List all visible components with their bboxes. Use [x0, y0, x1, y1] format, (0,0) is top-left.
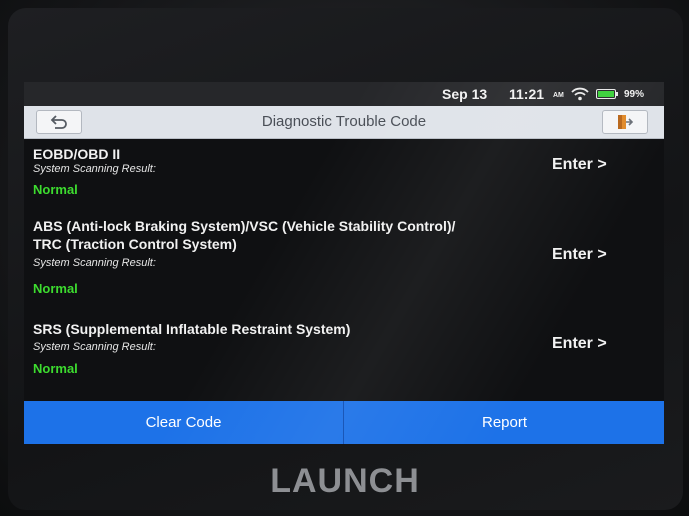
bottom-action-bar: Clear Code Report [24, 401, 664, 444]
scan-result-label: System Scanning Result: [33, 257, 156, 269]
battery-tip [616, 92, 618, 96]
battery-icon [596, 89, 616, 99]
status-ampm: AM [553, 92, 564, 99]
scan-result-label: System Scanning Result: [33, 341, 156, 353]
system-row: EOBD/OBD II System Scanning Result: Norm… [24, 139, 664, 201]
scan-status: Normal [33, 182, 78, 197]
scan-result-label: System Scanning Result: [33, 163, 156, 175]
system-row: SRS (Supplemental Inflatable Restraint S… [24, 315, 664, 399]
system-row: ABS (Anti-lock Braking System)/VSC (Vehi… [24, 217, 664, 303]
status-time: 11:21 [509, 86, 545, 102]
system-name-line2: TRC (Traction Control System) [33, 236, 237, 252]
brand-logo: LAUNCH [270, 462, 420, 500]
wifi-icon [571, 87, 589, 101]
exit-button[interactable] [602, 110, 648, 134]
clear-code-button[interactable]: Clear Code [24, 401, 344, 444]
device-screen: Sep 13 11:21 AM 99% Diagnostic Trouble C… [24, 82, 664, 444]
system-name: SRS (Supplemental Inflatable Restraint S… [33, 321, 351, 337]
enter-button[interactable]: Enter > [552, 156, 607, 174]
enter-button[interactable]: Enter > [552, 246, 607, 264]
page-title: Diagnostic Trouble Code [261, 113, 427, 130]
system-list: EOBD/OBD II System Scanning Result: Norm… [24, 139, 664, 401]
title-bar: Diagnostic Trouble Code [24, 106, 664, 139]
status-date: Sep 13 [442, 86, 488, 102]
enter-button[interactable]: Enter > [552, 335, 607, 353]
battery-percentage: 99% [624, 89, 645, 100]
scan-status: Normal [33, 281, 78, 296]
battery-fill [598, 91, 614, 97]
system-name: EOBD/OBD II [33, 146, 121, 162]
status-bar: Sep 13 11:21 AM 99% [24, 82, 664, 106]
report-button[interactable]: Report [345, 401, 664, 444]
system-name: ABS (Anti-lock Braking System)/VSC (Vehi… [33, 218, 456, 234]
scan-status: Normal [33, 361, 78, 376]
exit-icon [618, 115, 634, 129]
